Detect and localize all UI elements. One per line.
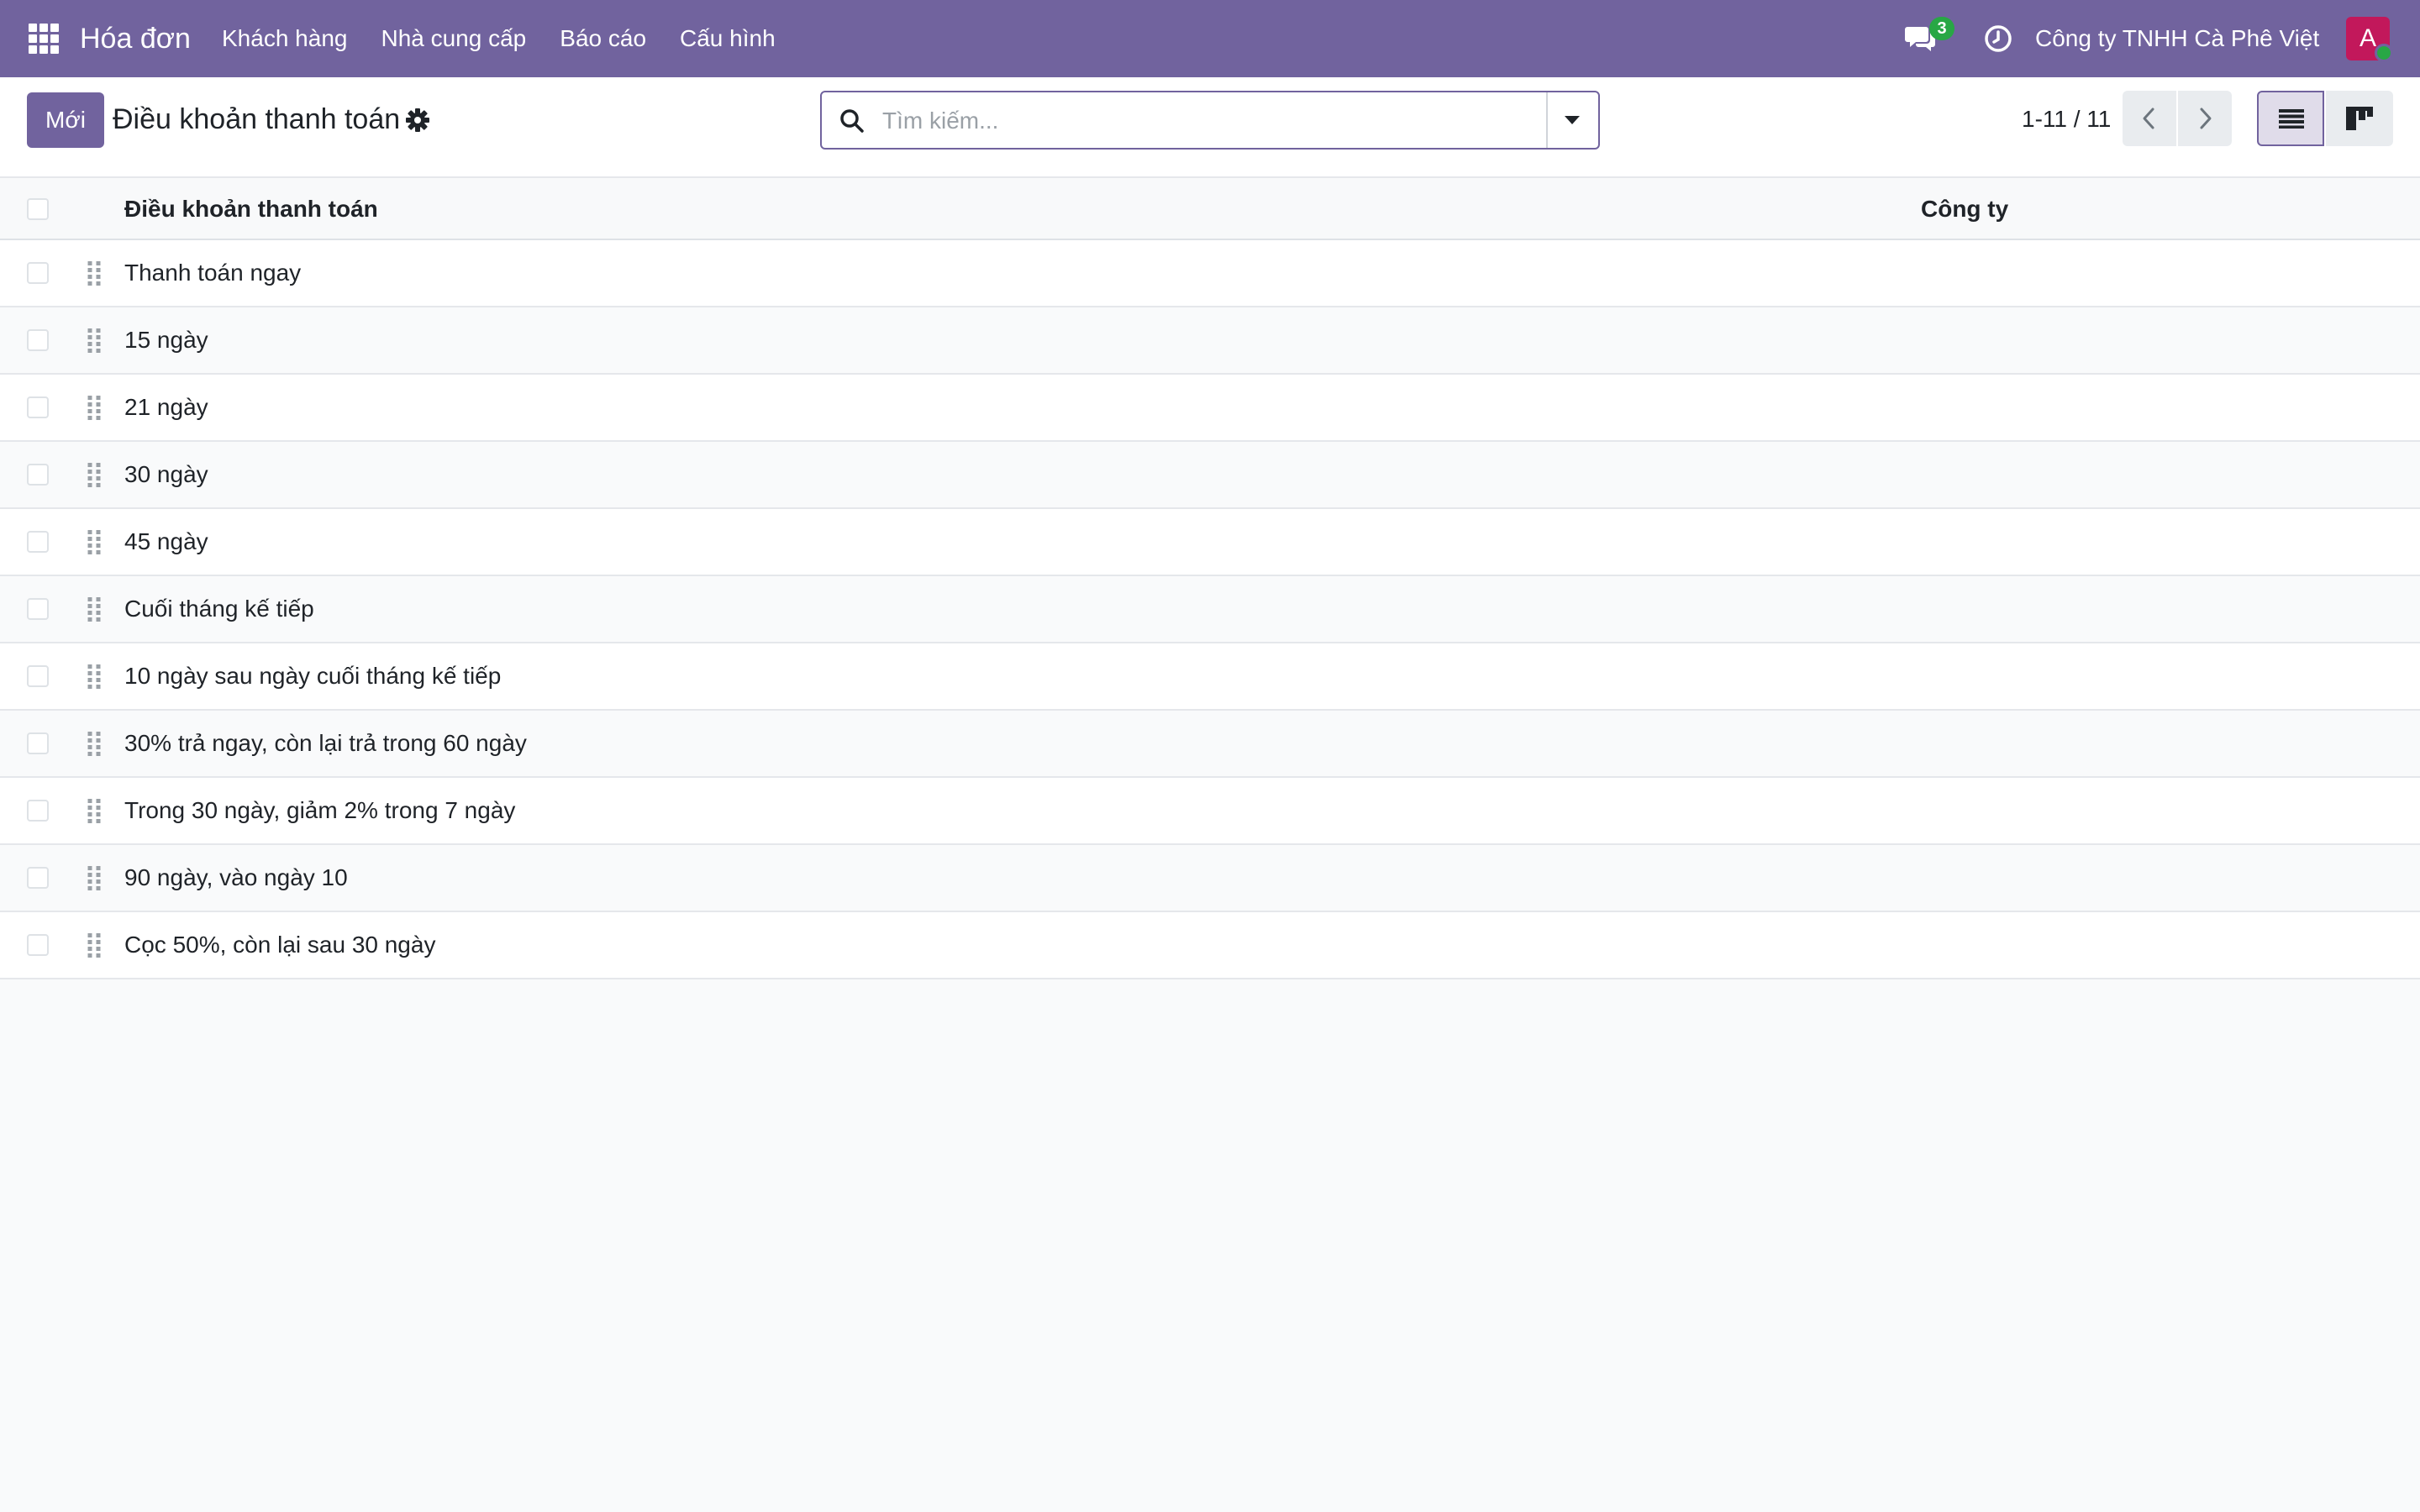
table-row[interactable]: 10 ngày sau ngày cuối tháng kế tiếp bbox=[0, 643, 2420, 711]
row-checkbox[interactable] bbox=[27, 464, 49, 486]
clock-icon[interactable] bbox=[1983, 24, 2013, 54]
payment-term-name: Cọc 50%, còn lại sau 30 ngày bbox=[124, 932, 436, 958]
chat-count-badge: 3 bbox=[1929, 17, 1954, 40]
search-icon bbox=[840, 109, 864, 133]
drag-handle-icon[interactable] bbox=[87, 798, 103, 823]
table-row[interactable]: 30 ngày bbox=[0, 442, 2420, 509]
row-checkbox[interactable] bbox=[27, 732, 49, 754]
payment-term-name: 30 ngày bbox=[124, 461, 208, 487]
column-header-company[interactable]: Công ty bbox=[1921, 193, 2008, 225]
app-brand[interactable]: Hóa đơn bbox=[80, 18, 191, 59]
chevron-right-icon bbox=[2200, 108, 2212, 129]
payment-term-name: Cuối tháng kế tiếp bbox=[124, 596, 314, 622]
pager-next-button[interactable] bbox=[2178, 91, 2232, 146]
payment-term-name: Thanh toán ngay bbox=[124, 260, 302, 286]
table-row[interactable]: Cuối tháng kế tiếp bbox=[0, 576, 2420, 643]
drag-handle-icon[interactable] bbox=[87, 932, 103, 958]
control-panel: Mới Điều khoản thanh toán Tìm kiếm... 1-… bbox=[0, 77, 2420, 178]
payment-term-name: 15 ngày bbox=[124, 327, 208, 353]
payment-terms-table: Điều khoản thanh toán Công ty Thanh toán… bbox=[0, 178, 2420, 979]
menu-item-customers[interactable]: Khách hàng bbox=[222, 20, 364, 57]
row-checkbox[interactable] bbox=[27, 934, 49, 956]
row-checkbox[interactable] bbox=[27, 396, 49, 418]
table-row[interactable]: 45 ngày bbox=[0, 509, 2420, 576]
drag-handle-icon[interactable] bbox=[87, 462, 103, 487]
list-view-icon bbox=[2279, 109, 2304, 129]
drag-handle-icon[interactable] bbox=[87, 865, 103, 890]
row-checkbox[interactable] bbox=[27, 800, 49, 822]
payment-term-name: 45 ngày bbox=[124, 528, 208, 554]
kanban-view-icon bbox=[2346, 107, 2373, 130]
search-input[interactable] bbox=[881, 99, 1523, 143]
drag-handle-icon[interactable] bbox=[87, 731, 103, 756]
table-row[interactable]: 30% trả ngay, còn lại trả trong 60 ngày bbox=[0, 711, 2420, 778]
top-navbar: Hóa đơn Khách hàng Nhà cung cấp Báo cáo … bbox=[0, 0, 2420, 77]
row-checkbox[interactable] bbox=[27, 867, 49, 889]
drag-handle-icon[interactable] bbox=[87, 328, 103, 353]
row-checkbox[interactable] bbox=[27, 262, 49, 284]
pager-value[interactable]: 1-11 / 11 bbox=[2022, 102, 2111, 136]
drag-handle-icon[interactable] bbox=[87, 395, 103, 420]
payment-term-name: 10 ngày sau ngày cuối tháng kế tiếp bbox=[124, 663, 502, 689]
row-checkbox[interactable] bbox=[27, 598, 49, 620]
caret-down-icon bbox=[1565, 116, 1580, 124]
column-header-payment-term[interactable]: Điều khoản thanh toán bbox=[124, 193, 378, 225]
apps-grid-icon[interactable] bbox=[29, 24, 59, 54]
online-status-dot bbox=[2375, 44, 2393, 62]
table-row[interactable]: Trong 30 ngày, giảm 2% trong 7 ngày bbox=[0, 778, 2420, 845]
table-row[interactable]: Thanh toán ngay bbox=[0, 240, 2420, 307]
drag-handle-icon[interactable] bbox=[87, 664, 103, 689]
row-checkbox[interactable] bbox=[27, 531, 49, 553]
main-menu: Khách hàng Nhà cung cấp Báo cáo Cấu hình bbox=[222, 20, 792, 57]
drag-handle-icon[interactable] bbox=[87, 260, 103, 286]
drag-handle-icon[interactable] bbox=[87, 529, 103, 554]
row-checkbox[interactable] bbox=[27, 329, 49, 351]
table-header: Điều khoản thanh toán Công ty bbox=[0, 178, 2420, 240]
drag-handle-icon[interactable] bbox=[87, 596, 103, 622]
chevron-left-icon bbox=[2143, 108, 2154, 129]
pager-previous-button[interactable] bbox=[2123, 91, 2176, 146]
kanban-view-button[interactable] bbox=[2326, 91, 2393, 146]
table-row[interactable]: 15 ngày bbox=[0, 307, 2420, 375]
payment-term-name: 21 ngày bbox=[124, 394, 208, 420]
payment-term-name: Trong 30 ngày, giảm 2% trong 7 ngày bbox=[124, 797, 516, 823]
table-row[interactable]: 90 ngày, vào ngày 10 bbox=[0, 845, 2420, 912]
menu-item-reporting[interactable]: Báo cáo bbox=[543, 20, 663, 57]
menu-item-vendors[interactable]: Nhà cung cấp bbox=[364, 20, 543, 57]
gear-icon[interactable] bbox=[405, 108, 430, 133]
row-checkbox[interactable] bbox=[27, 665, 49, 687]
page-title: Điều khoản thanh toán bbox=[113, 103, 401, 135]
search-options-toggle[interactable] bbox=[1546, 92, 1598, 148]
menu-item-configuration[interactable]: Cấu hình bbox=[663, 20, 792, 57]
search-bar bbox=[820, 91, 1600, 150]
table-body: Thanh toán ngay 15 ngày 21 ngày 30 ngày 45 n… bbox=[0, 240, 2420, 979]
payment-term-name: 90 ngày, vào ngày 10 bbox=[124, 864, 348, 890]
new-button[interactable]: Mới bbox=[27, 92, 104, 148]
payment-term-name: 30% trả ngay, còn lại trả trong 60 ngày bbox=[124, 730, 527, 756]
select-all-checkbox[interactable] bbox=[27, 198, 49, 220]
company-switcher[interactable]: Công ty TNHH Cà Phê Việt bbox=[2035, 20, 2319, 57]
list-view-button[interactable] bbox=[2257, 91, 2324, 146]
table-row[interactable]: Cọc 50%, còn lại sau 30 ngày bbox=[0, 912, 2420, 979]
table-row[interactable]: 21 ngày bbox=[0, 375, 2420, 442]
